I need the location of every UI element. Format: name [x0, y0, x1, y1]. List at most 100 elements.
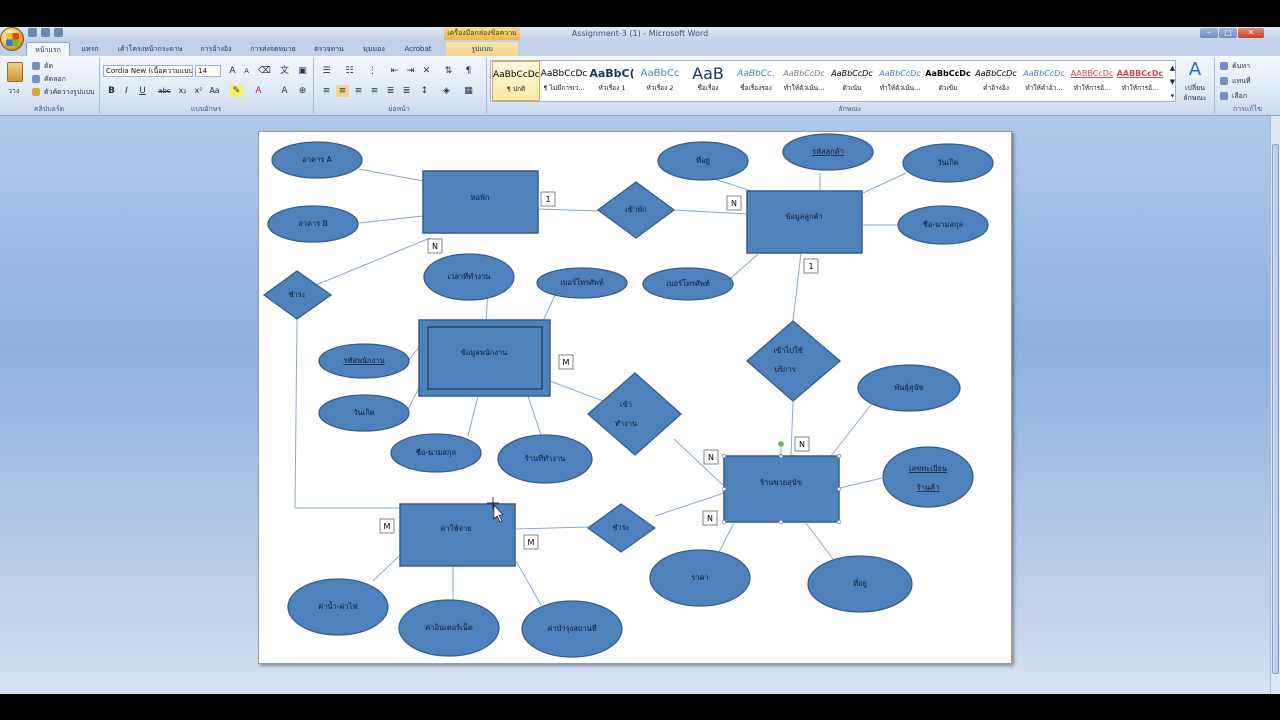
cardinality-label[interactable]: N — [702, 510, 718, 526]
selection-handle[interactable] — [778, 519, 784, 525]
cardinality-label[interactable]: M — [379, 518, 395, 534]
scrollbar-thumb[interactable] — [1272, 144, 1279, 674]
style-item[interactable]: AaBbCc. ชื่อเรื่องรอง — [732, 61, 780, 101]
style-item[interactable]: AABBCcDc ทำให้การอ้... — [1116, 61, 1164, 101]
attribute-employee-birthday[interactable]: วันเกิด — [318, 394, 410, 432]
attribute-customer-id[interactable]: รหัสลูกค้า — [782, 133, 874, 171]
entity-shop[interactable]: ร้านขายสุนัข — [721, 441, 842, 525]
enclose-characters-icon[interactable]: ⊕ — [296, 85, 309, 97]
copy-icon[interactable] — [32, 75, 40, 83]
attribute-building-a[interactable]: อาคาร A — [271, 141, 363, 179]
style-item[interactable]: AaBbCcDc คำอ้างอิง — [972, 61, 1020, 101]
align-center-icon[interactable]: ≡ — [336, 85, 349, 97]
office-button[interactable] — [0, 27, 24, 51]
entity-employee[interactable]: ข้อมูลพนักงาน — [418, 319, 551, 397]
tab-format[interactable]: รูปแบบ — [446, 42, 518, 56]
font-size-combo[interactable]: 14 — [195, 65, 221, 77]
paste-button[interactable]: วาง — [8, 86, 19, 96]
sort-icon[interactable]: ⇅ — [442, 65, 455, 77]
attribute-breed[interactable]: พันธุ์สุนัข — [857, 364, 961, 412]
distributed-icon[interactable]: ≣ — [384, 85, 397, 97]
selection-handle[interactable] — [721, 486, 727, 492]
shrink-font-icon[interactable]: A — [240, 65, 253, 77]
multilevel-list-icon[interactable]: ⋮ — [366, 65, 379, 77]
attribute-utilities[interactable]: ค่าน้ำ-ค่าไฟ — [287, 578, 389, 636]
relationship-use-service[interactable]: เข้าไปใช้ บริการ — [746, 320, 842, 402]
attribute-customer-phone[interactable]: เบอร์โทรศัพท์ — [642, 267, 734, 301]
tab-page-layout[interactable]: เค้าโครงหน้ากระดาษ — [112, 42, 188, 56]
subscript-icon[interactable]: x₂ — [176, 85, 189, 97]
shading-icon[interactable]: ◈ — [440, 85, 453, 97]
undo-icon[interactable] — [41, 28, 50, 37]
attribute-customer-birthday[interactable]: วันเกิด — [902, 143, 994, 183]
clear-formatting-icon[interactable]: ⌫ — [258, 65, 271, 77]
style-item[interactable]: AaBbCcDc ตัวเน้น — [828, 61, 876, 101]
decrease-indent-icon[interactable]: ⇤ — [388, 65, 401, 77]
style-item[interactable]: AaBbCcDc ¶ ไม่มีการเว... — [540, 61, 588, 101]
highlight-icon[interactable]: ✎ — [230, 85, 243, 97]
cardinality-label[interactable]: M — [558, 354, 574, 370]
character-shading-icon[interactable]: A — [278, 85, 291, 97]
tab-home[interactable]: หน้าแรก — [26, 42, 70, 56]
tab-mailings[interactable]: การส่งจดหมาย — [244, 42, 302, 56]
style-item[interactable]: AABBCcDc ทำให้การอ้... — [1068, 61, 1116, 101]
cardinality-label[interactable]: N — [427, 238, 443, 254]
selection-handle[interactable] — [836, 453, 842, 459]
maximize-button[interactable]: □ — [1219, 28, 1237, 38]
cardinality-label[interactable]: 1 — [803, 258, 819, 274]
attribute-employee-name[interactable]: ชื่อ-นามสกุล — [390, 433, 482, 473]
select-button[interactable]: เลือก — [1232, 91, 1247, 101]
attribute-employee-phone[interactable]: เบอร์โทรศัพท์ — [536, 267, 628, 299]
attribute-dog-food[interactable]: ค่าอินเตอร์เน็ต — [398, 599, 500, 657]
text-direction-icon[interactable]: ✕ — [420, 65, 433, 77]
selection-handle[interactable] — [836, 519, 842, 525]
format-painter-icon[interactable] — [32, 88, 40, 96]
cardinality-label[interactable]: 1 — [540, 191, 556, 207]
tab-acrobat[interactable]: Acrobat — [398, 42, 438, 56]
rotate-handle-icon[interactable] — [778, 441, 784, 447]
style-item[interactable]: AaBbCc หัวเรื่อง 2 — [636, 61, 684, 101]
italic-icon[interactable]: I — [120, 85, 133, 97]
attribute-work-shop[interactable]: ร้านที่ทำงาน — [497, 434, 593, 484]
change-case-icon[interactable]: Aa — [208, 85, 221, 97]
tab-view[interactable]: มุมมอง — [356, 42, 392, 56]
gallery-scroll-up-icon[interactable]: ▲ — [1166, 62, 1179, 74]
tab-references[interactable]: การอ้างอิง — [194, 42, 238, 56]
borders-icon[interactable]: ▦ — [462, 85, 475, 97]
relationship-stay[interactable]: เข้าพัก — [596, 181, 676, 239]
attribute-shop-registration[interactable]: เลขทะเบียน ร้านค้า — [882, 446, 974, 508]
selection-handle[interactable] — [836, 486, 842, 492]
phonetic-guide-icon[interactable]: 文 — [278, 65, 291, 77]
save-icon[interactable] — [28, 28, 37, 37]
show-formatting-icon[interactable]: ¶ — [462, 65, 475, 77]
gallery-scroll-down-icon[interactable]: ▼ — [1166, 76, 1179, 88]
change-styles-button-line2[interactable]: ลักษณะ — [1180, 93, 1210, 103]
bold-icon[interactable]: B — [105, 85, 118, 97]
relationship-pay-bottom[interactable]: ชำระ — [586, 503, 657, 553]
find-icon[interactable] — [1220, 62, 1228, 70]
cardinality-label[interactable]: N — [726, 195, 742, 211]
character-border-icon[interactable]: ▣ — [296, 65, 309, 77]
replace-icon[interactable] — [1220, 77, 1228, 85]
bullets-icon[interactable]: ☰ — [320, 65, 333, 77]
minimize-button[interactable]: – — [1200, 28, 1218, 38]
format-painter-button[interactable]: ตัวคัดวางรูปแบบ — [44, 87, 95, 97]
selection-handle[interactable] — [721, 453, 727, 459]
redo-icon[interactable] — [54, 28, 63, 37]
style-item[interactable]: AaBbCcDc ทำให้คำอ้า... — [1020, 61, 1068, 101]
cardinality-label[interactable]: N — [794, 436, 810, 452]
relationship-pay-left[interactable]: ชำระ — [262, 270, 333, 320]
replace-button[interactable]: แทนที่ — [1232, 76, 1251, 86]
attribute-maintenance[interactable]: ค่าบำรุงสถานที่ — [521, 600, 623, 658]
align-left-icon[interactable]: ≡ — [320, 85, 333, 97]
attribute-customer-name[interactable]: ชื่อ-นามสกุล — [897, 205, 989, 245]
change-styles-button[interactable]: เปลี่ยน — [1180, 83, 1210, 93]
vertical-scrollbar[interactable] — [1270, 116, 1280, 694]
entity-customer[interactable]: ข้อมูลลูกค้า — [746, 190, 863, 254]
justify-icon[interactable]: ≡ — [368, 85, 381, 97]
close-button[interactable]: ✕ — [1238, 28, 1264, 38]
increase-indent-icon[interactable]: ⇥ — [404, 65, 417, 77]
relationship-work[interactable]: เข้า ทำงาน — [587, 372, 682, 456]
superscript-icon[interactable]: x² — [192, 85, 205, 97]
attribute-employee-id[interactable]: รหัสพนักงาน — [318, 343, 410, 379]
